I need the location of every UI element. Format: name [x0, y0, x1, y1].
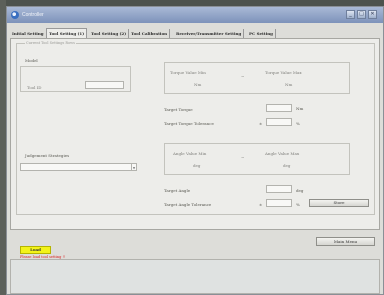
close-button[interactable]: ✕ — [368, 10, 377, 19]
angle-tolerance-unit: % — [296, 202, 300, 207]
angle-range-separator: ~ — [241, 155, 245, 160]
tab-tool-setting-2[interactable]: Tool Setting (2) — [89, 29, 130, 38]
target-angle-label: Target Angle — [164, 188, 191, 193]
message-log-area[interactable] — [10, 259, 380, 294]
torque-range-separator: ~ — [241, 74, 245, 79]
target-angle-unit: deg — [296, 188, 304, 193]
window-title: Controller — [22, 12, 44, 18]
group-title: Current Tool Settings Rows — [25, 41, 76, 45]
main-menu-button[interactable]: Main Menu — [316, 237, 375, 246]
target-angle-field[interactable] — [266, 185, 292, 193]
torque-tolerance-unit: % — [296, 121, 300, 126]
target-torque-unit: Nm — [296, 106, 304, 111]
target-angle-tolerance-label: Target Angle Tolerance — [164, 202, 212, 207]
torque-min-unit: Nm — [194, 82, 202, 87]
tab-receiver-transmitter-setting[interactable]: Receiver/Transmitter Setting — [174, 29, 245, 38]
app-window: Controller _ □ ✕ Initial Setting Tool Se… — [6, 6, 384, 295]
angle-min-label: Angle Value Min — [173, 151, 207, 156]
angle-range-box — [164, 143, 350, 175]
torque-tolerance-sign: ± — [259, 121, 263, 126]
judgement-strategies-select[interactable]: ▼ — [20, 163, 137, 171]
judgement-strategies-label: Judgement Strategies — [25, 153, 70, 158]
minimize-button[interactable]: _ — [346, 10, 355, 19]
angle-tolerance-sign: ± — [259, 202, 263, 207]
target-torque-tolerance-label: Target Torque Tolerance — [164, 121, 214, 126]
title-bar[interactable]: Controller _ □ ✕ — [7, 7, 383, 23]
tool-setting-panel: Current Tool Settings Rows Model Tool ID… — [10, 38, 380, 230]
torque-max-label: Torque Value Max — [265, 70, 302, 75]
maximize-button[interactable]: □ — [357, 10, 366, 19]
torque-tolerance-field[interactable] — [266, 118, 292, 126]
torque-range-box — [164, 62, 350, 94]
angle-tolerance-field[interactable] — [266, 199, 292, 207]
angle-max-label: Angle Value Max — [265, 151, 300, 156]
tab-tool-calibration[interactable]: Tool Calibration — [129, 29, 171, 38]
torque-min-label: Torque Value Min — [170, 70, 206, 75]
torque-max-unit: Nm — [285, 82, 293, 87]
model-label: Model — [25, 58, 38, 63]
angle-min-unit: deg — [193, 163, 201, 168]
target-torque-label: Target Torque — [164, 107, 193, 112]
tab-pc-setting[interactable]: PC Setting — [247, 29, 276, 38]
store-button[interactable]: Store — [309, 199, 369, 207]
tab-initial-setting[interactable]: Initial Setting — [10, 29, 47, 38]
target-torque-field[interactable] — [266, 104, 292, 112]
angle-max-unit: deg — [283, 163, 291, 168]
chevron-down-icon[interactable]: ▼ — [131, 164, 136, 170]
load-button[interactable]: Load — [20, 246, 51, 254]
tool-id-field[interactable] — [85, 81, 124, 89]
app-icon — [11, 11, 19, 19]
tool-id-label: Tool ID — [27, 85, 42, 90]
